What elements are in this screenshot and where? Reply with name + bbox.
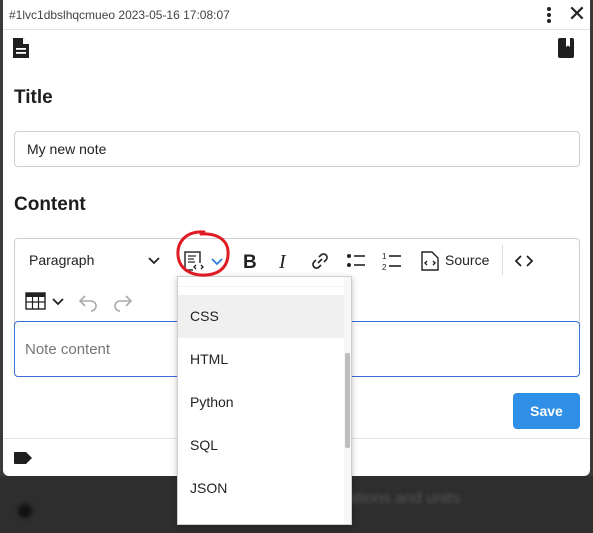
dropdown-scrollbar[interactable] [344,277,351,524]
dropdown-hidden-item[interactable] [178,277,346,287]
notebook-icon[interactable] [557,37,575,59]
dropdown-scroll-thumb[interactable] [345,353,350,448]
source-icon[interactable] [419,250,441,272]
title-heading: Title [14,87,53,108]
dialog-title: #1lvc1dbslhqcmueo 2023-05-16 17:08:07 [9,8,230,22]
close-icon[interactable]: ✕ [566,3,588,26]
title-input[interactable]: My new note [14,131,580,167]
language-option-html[interactable]: HTML [178,338,346,381]
undo-icon[interactable] [77,290,99,312]
language-option-python[interactable]: Python [178,381,346,424]
table-chevron-icon[interactable] [51,290,65,312]
document-icon[interactable] [12,37,30,59]
bulleted-list-icon[interactable] [345,250,367,272]
code-icon[interactable] [513,250,535,272]
svg-text:2: 2 [382,263,387,272]
bold-icon[interactable]: B [239,250,261,272]
toolbar-row-1: Paragraph B I 1 2 Source [15,239,579,279]
toolbar-divider [502,245,503,275]
background-text: ations and units [348,490,461,507]
paragraph-select[interactable]: Paragraph [29,252,94,268]
note-content-placeholder: Note content [25,341,111,358]
code-language-dropdown: CSS HTML Python SQL JSON [177,276,352,525]
save-button[interactable]: Save [513,393,580,429]
dialog-titlebar: #1lvc1dbslhqcmueo 2023-05-16 17:08:07 ✕ [3,0,590,30]
table-icon[interactable] [25,290,47,312]
code-block-icon[interactable] [183,250,205,272]
italic-icon[interactable]: I [273,250,295,272]
numbered-list-icon[interactable]: 1 2 [381,250,403,272]
redo-icon[interactable] [112,290,134,312]
tag-icon[interactable] [13,451,33,465]
svg-text:1: 1 [382,252,387,261]
content-heading: Content [14,194,86,215]
background-dot [18,504,32,518]
language-option-json[interactable]: JSON [178,467,346,510]
chevron-down-icon[interactable] [147,253,161,267]
svg-text:I: I [278,251,287,272]
kebab-menu-icon[interactable] [542,5,556,25]
language-option-sql[interactable]: SQL [178,424,346,467]
language-option-css[interactable]: CSS [178,295,346,338]
code-language-chevron-icon[interactable] [209,250,225,272]
source-button-label[interactable]: Source [445,252,489,268]
svg-text:B: B [243,252,257,272]
link-icon[interactable] [309,250,331,272]
